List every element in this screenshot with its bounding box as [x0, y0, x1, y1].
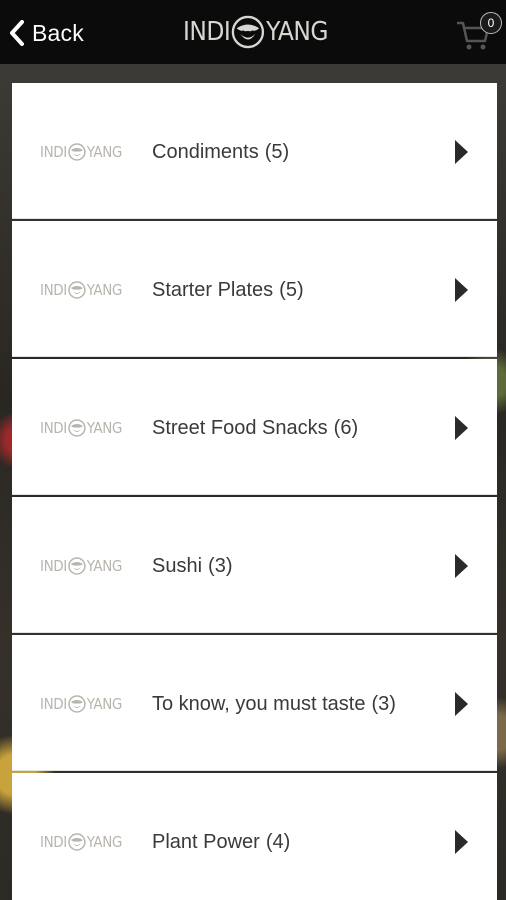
category-list: INDI YANG Condiments (5) INDI YANG Starte… [12, 83, 497, 900]
logo-right-text: YANG [86, 833, 123, 851]
category-label: To know, you must taste (3) [152, 693, 396, 716]
logo-left-text: INDI [40, 557, 67, 575]
category-logo: INDI YANG [40, 552, 122, 580]
category-label: Plant Power (4) [152, 831, 290, 854]
brand-logo: INDI YANG [183, 10, 328, 54]
category-count: (3) [371, 693, 396, 715]
category-label: Sushi (3) [152, 555, 232, 578]
logo-left-text: INDI [40, 833, 67, 851]
lion-face-icon [68, 833, 86, 851]
logo-left-text: INDI [40, 281, 67, 299]
category-logo: INDI YANG [40, 276, 122, 304]
play-arrow-icon [455, 140, 468, 164]
lion-face-icon [68, 557, 86, 575]
logo-right-text: YANG [86, 143, 123, 161]
play-arrow-icon [455, 692, 468, 716]
brand-logo-right: YANG [266, 17, 328, 47]
chevron-left-icon [10, 20, 24, 46]
cart-count-badge: 0 [480, 12, 502, 34]
category-name: Starter Plates [152, 279, 274, 301]
top-navigation-bar: Back INDI YANG 0 [0, 0, 506, 64]
category-label: Street Food Snacks (6) [152, 417, 358, 440]
logo-left-text: INDI [40, 695, 67, 713]
category-item-condiments[interactable]: INDI YANG Condiments (5) [12, 83, 497, 219]
category-name: Street Food Snacks [152, 417, 328, 439]
category-label: Condiments (5) [152, 141, 289, 164]
category-name: Condiments [152, 141, 259, 163]
category-count: (3) [208, 555, 233, 577]
category-item-street-food-snacks[interactable]: INDI YANG Street Food Snacks (6) [12, 359, 497, 495]
category-count: (6) [333, 417, 359, 439]
category-item-to-know-you-must-taste[interactable]: INDI YANG To know, you must taste (3) [12, 635, 497, 771]
category-count: (4) [265, 831, 291, 853]
category-logo: INDI YANG [40, 138, 122, 166]
back-label: Back [32, 19, 84, 46]
category-name: To know, you must taste [152, 693, 366, 715]
logo-right-text: YANG [86, 419, 123, 437]
category-name: Plant Power [152, 831, 260, 853]
play-arrow-icon [455, 416, 468, 440]
category-label: Starter Plates (5) [152, 279, 304, 302]
play-arrow-icon [455, 554, 468, 578]
category-logo: INDI YANG [40, 414, 122, 442]
category-logo: INDI YANG [40, 828, 122, 856]
logo-left-text: INDI [40, 419, 67, 437]
category-logo: INDI YANG [40, 690, 122, 718]
logo-left-text: INDI [40, 143, 67, 161]
lion-face-icon [68, 695, 86, 713]
lion-face-icon [232, 15, 265, 49]
category-count: (5) [279, 279, 304, 301]
logo-right-text: YANG [86, 281, 123, 299]
play-arrow-icon [455, 278, 468, 302]
lion-face-icon [68, 143, 86, 161]
category-name: Sushi [152, 555, 203, 577]
category-count: (5) [264, 141, 290, 163]
back-button[interactable]: Back [8, 16, 84, 50]
cart-button[interactable]: 0 [456, 12, 502, 54]
logo-right-text: YANG [86, 695, 123, 713]
brand-logo-left: INDI [183, 17, 231, 47]
logo-right-text: YANG [86, 557, 123, 575]
category-item-plant-power[interactable]: INDI YANG Plant Power (4) [12, 773, 497, 900]
category-item-starter-plates[interactable]: INDI YANG Starter Plates (5) [12, 221, 497, 357]
play-arrow-icon [455, 830, 468, 854]
lion-face-icon [68, 419, 86, 437]
category-item-sushi[interactable]: INDI YANG Sushi (3) [12, 497, 497, 633]
lion-face-icon [68, 281, 86, 299]
